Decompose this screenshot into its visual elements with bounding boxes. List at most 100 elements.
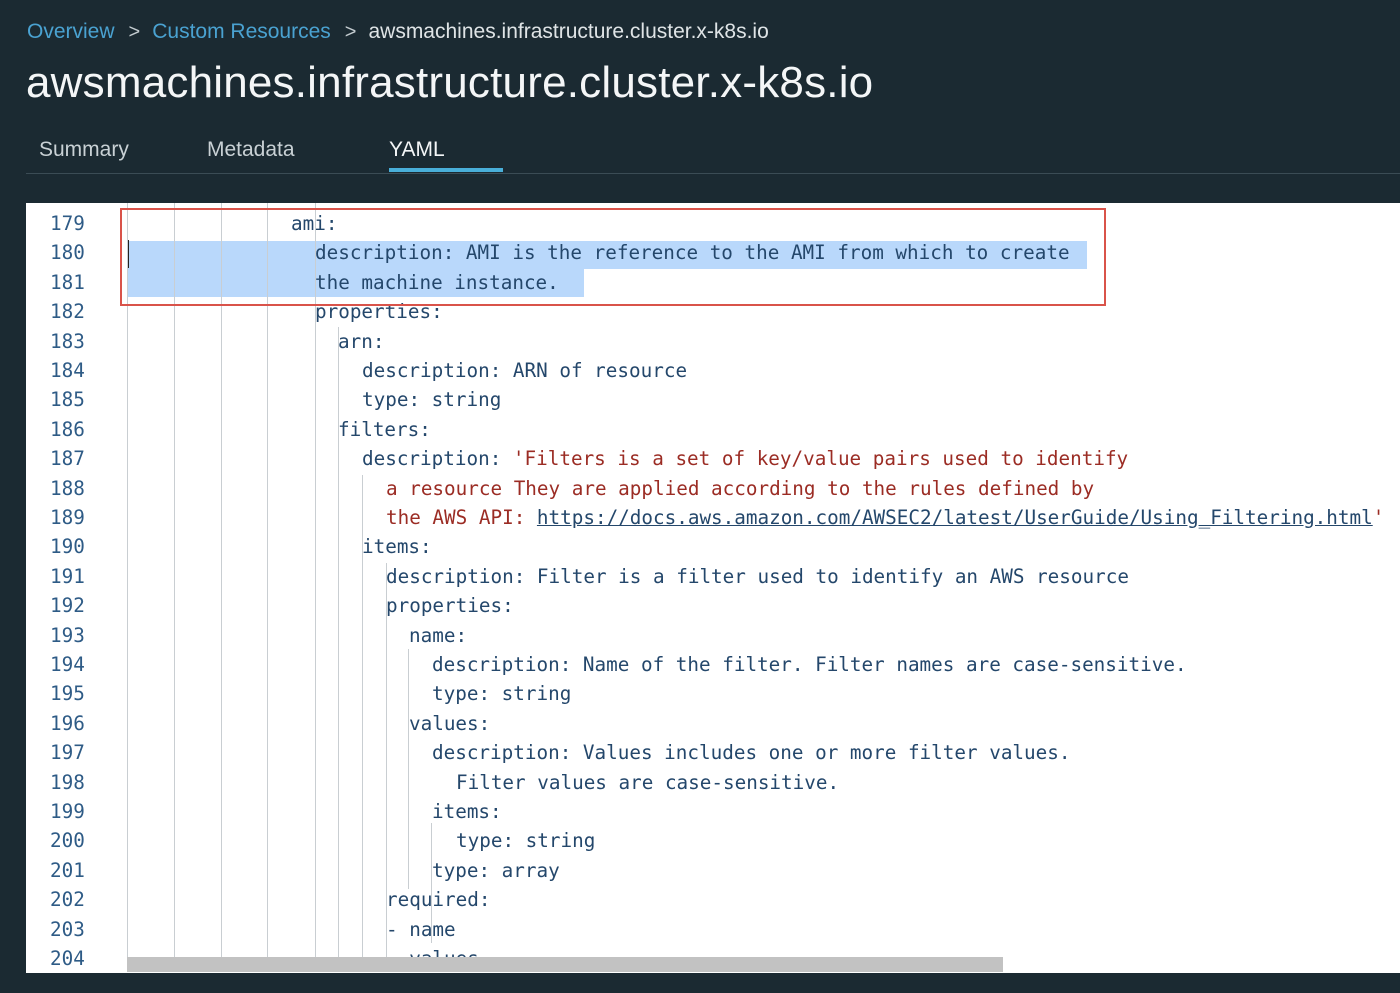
line-number: 193 <box>50 623 85 647</box>
line-number: 183 <box>50 329 85 353</box>
horizontal-scrollbar[interactable] <box>127 957 1003 972</box>
yaml-separator: : <box>489 359 513 382</box>
code-line[interactable]: 193 name: <box>26 621 1400 650</box>
code-line[interactable]: 189 the AWS API: https://docs.aws.amazon.… <box>26 503 1400 532</box>
code-line[interactable]: 187 description: 'Filters is a set of key… <box>26 444 1400 473</box>
breadcrumb-overview-link[interactable]: Overview <box>27 20 115 44</box>
line-number: 191 <box>50 564 85 588</box>
code-text: arn: <box>338 327 384 356</box>
yaml-separator: : <box>502 829 526 853</box>
line-number: 194 <box>50 653 85 676</box>
line-number: 202 <box>50 888 85 912</box>
yaml-separator: : <box>419 417 431 441</box>
chevron-right-icon: > <box>128 20 141 43</box>
line-number: 188 <box>50 476 85 500</box>
code-line[interactable]: 198 Filter values are case-sensitive. <box>26 768 1400 797</box>
code-line[interactable]: 184 description: ARN of resource <box>26 356 1400 385</box>
yaml-separator: : <box>478 682 502 706</box>
code-line[interactable]: 196 values: <box>26 709 1400 738</box>
yaml-key: values <box>409 711 479 735</box>
code-text: the AWS API: https://docs.aws.amazon.com… <box>386 503 1384 532</box>
yaml-value: a resource They are applied according to… <box>386 476 1095 500</box>
yaml-key: type <box>456 829 503 853</box>
yaml-key: type <box>432 682 479 706</box>
yaml-separator: : <box>513 564 537 588</box>
code-text: type: string <box>456 826 595 855</box>
code-line[interactable]: 197 description: Values includes one or m… <box>26 738 1400 767</box>
yaml-key: description <box>432 653 560 676</box>
yaml-value: Filter is a filter used to identify an A… <box>536 564 1129 588</box>
yaml-value: string <box>501 682 572 706</box>
yaml-value: string <box>525 829 596 853</box>
code-text: type: array <box>432 856 560 885</box>
yaml-separator: : <box>478 888 491 912</box>
breadcrumb: Overview > Custom Resources > awsmachine… <box>27 17 769 47</box>
code-text: required: <box>386 885 490 914</box>
line-number: 180 <box>50 241 85 265</box>
code-text: description: 'Filters is a set of key/va… <box>362 444 1128 473</box>
code-line[interactable]: 202 required: <box>26 885 1400 914</box>
breadcrumb-custom-resources-link[interactable]: Custom Resources <box>152 20 331 44</box>
yaml-key: items <box>362 535 421 559</box>
code-line[interactable]: 195 type: string <box>26 679 1400 708</box>
line-number: 184 <box>50 359 85 382</box>
code-line[interactable]: 203 - name <box>26 915 1400 944</box>
yaml-separator: : <box>420 535 432 559</box>
line-number: 199 <box>50 800 85 823</box>
yaml-editor[interactable]: 179 ami: 180 description: AMI is the refere… <box>26 203 1400 973</box>
yaml-separator: : <box>559 653 583 676</box>
line-number: 192 <box>50 594 85 618</box>
tab-summary[interactable]: Summary <box>39 138 129 162</box>
yaml-separator: : <box>478 711 491 735</box>
code-line[interactable]: 190 items: <box>26 532 1400 561</box>
yaml-value: ' <box>1372 506 1385 529</box>
code-line[interactable]: 192 properties: <box>26 591 1400 620</box>
code-text: - name <box>386 915 456 944</box>
code-text: values: <box>409 709 490 738</box>
page-title: awsmachines.infrastructure.cluster.x-k8s… <box>26 58 874 107</box>
active-tab-indicator <box>389 168 503 172</box>
code-line[interactable]: 185 type: string <box>26 385 1400 414</box>
highlight-annotation-box <box>120 208 1106 306</box>
yaml-key: description <box>362 447 490 471</box>
yaml-key: name <box>409 623 456 647</box>
yaml-key: arn <box>338 329 373 353</box>
code-line[interactable]: 200 type: string <box>26 826 1400 855</box>
yaml-key: type <box>432 858 479 882</box>
line-number: 179 <box>50 212 85 235</box>
code-line[interactable]: 183 arn: <box>26 327 1400 356</box>
yaml-value: Values includes one or more filter value… <box>582 741 1071 765</box>
line-number: 181 <box>50 270 85 294</box>
code-text: description: Name of the filter. Filter … <box>432 650 1187 679</box>
yaml-separator: : <box>408 388 432 412</box>
yaml-value: 'Filters is a set of key/value pairs use… <box>512 447 1129 471</box>
line-number: 196 <box>50 711 85 735</box>
line-number: 200 <box>50 829 85 853</box>
code-text: a resource They are applied according to… <box>386 474 1094 503</box>
code-line[interactable]: 191 description: Filter is a filter used … <box>26 562 1400 591</box>
yaml-key: type <box>362 388 409 412</box>
yaml-separator: : <box>559 741 583 765</box>
code-line[interactable]: 186 filters: <box>26 415 1400 444</box>
code-line[interactable]: 188 a resource They are applied according… <box>26 474 1400 503</box>
code-line[interactable]: 199 items: <box>26 797 1400 826</box>
yaml-value: string <box>431 388 502 412</box>
line-number: 182 <box>50 300 85 324</box>
yaml-value: the AWS API: <box>386 506 537 529</box>
yaml-key: properties <box>386 594 503 618</box>
line-number: 185 <box>50 388 85 412</box>
breadcrumb-current: awsmachines.infrastructure.cluster.x-k8s… <box>368 20 769 43</box>
tab-metadata[interactable]: Metadata <box>207 138 295 162</box>
yaml-key: filters <box>338 417 420 441</box>
yaml-separator: : <box>490 800 502 823</box>
code-line[interactable]: 194 description: Name of the filter. Filt… <box>26 650 1400 679</box>
tab-yaml[interactable]: YAML <box>389 138 445 162</box>
yaml-value: Filter values are case-sensitive. <box>456 770 840 794</box>
code-text: items: <box>432 797 502 826</box>
yaml-separator: : <box>489 447 513 471</box>
docs-link[interactable]: https://docs.aws.amazon.com/AWSEC2/lates… <box>537 506 1373 529</box>
code-text: description: Filter is a filter used to … <box>386 562 1129 591</box>
code-text: Filter values are case-sensitive. <box>456 768 839 797</box>
line-number: 198 <box>50 770 85 794</box>
code-line[interactable]: 201 type: array <box>26 856 1400 885</box>
